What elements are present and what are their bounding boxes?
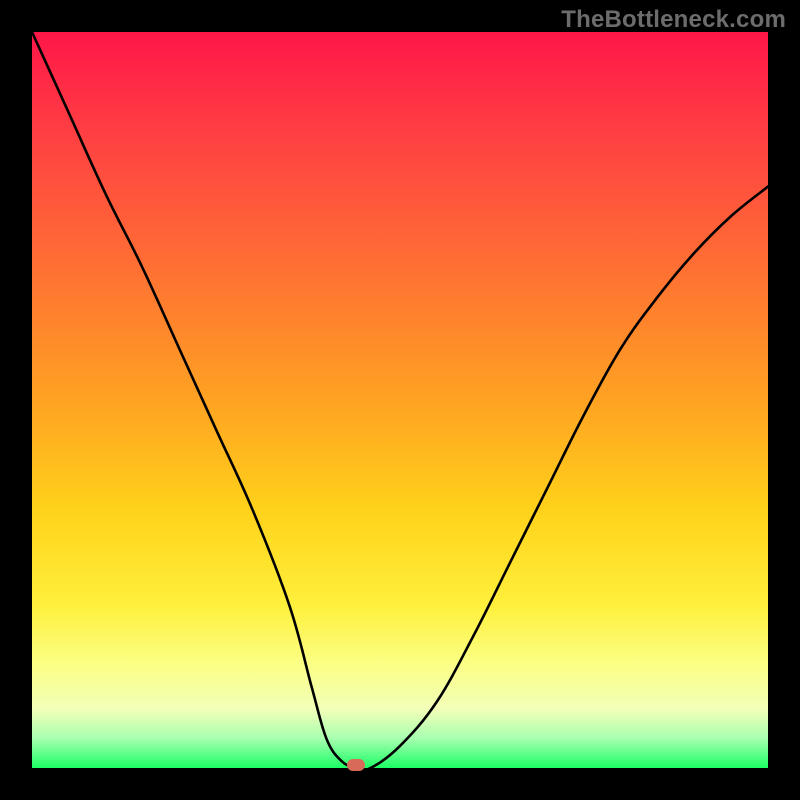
chart-frame: TheBottleneck.com — [0, 0, 800, 800]
plot-area — [32, 32, 768, 768]
bottleneck-curve — [32, 32, 768, 768]
watermark-text: TheBottleneck.com — [561, 6, 786, 34]
optimal-point-marker — [347, 759, 365, 771]
